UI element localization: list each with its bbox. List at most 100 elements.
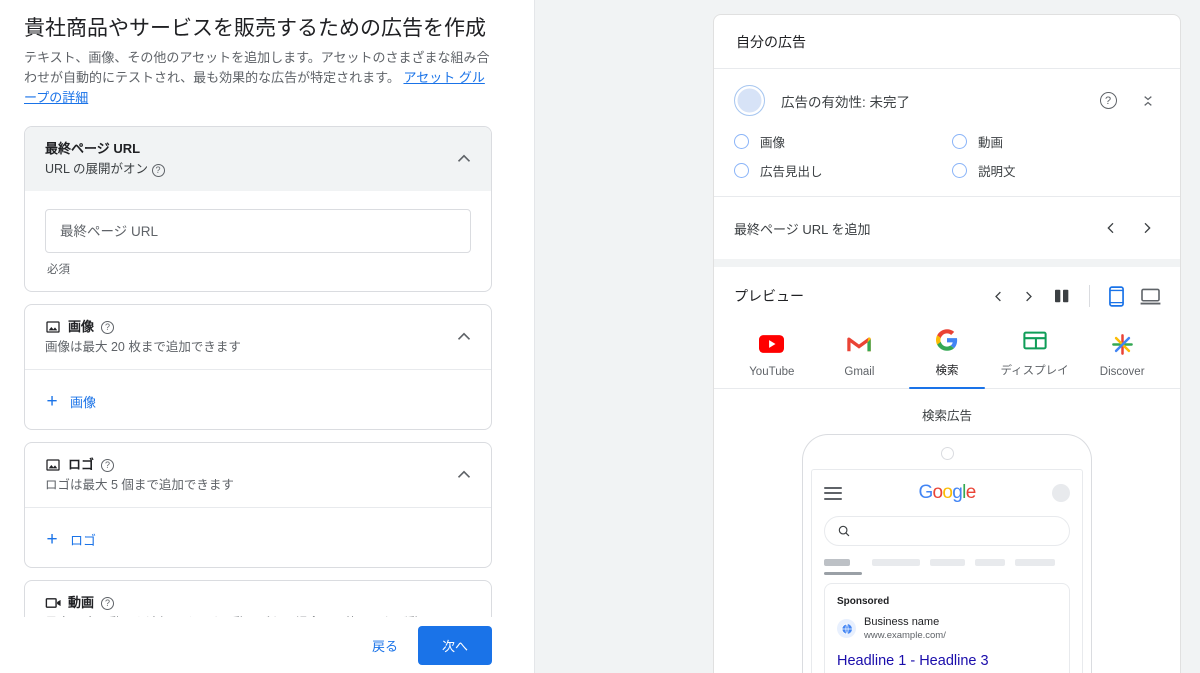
empty-circle-icon [952,134,967,149]
my-ad-panel: 自分の広告 広告の有効性: 未完了 ? 画像 動画 広告見出し 説明文 最終ペー… [713,14,1181,673]
chevron-up-icon[interactable] [453,148,475,170]
globe-icon [837,619,856,638]
platform-tab-display[interactable]: ディスプレイ [991,323,1079,388]
back-button[interactable]: 戻る [360,627,410,664]
discover-icon [1078,331,1166,357]
search-icon [838,525,850,537]
checklist-item-label: 動画 [978,136,1004,150]
preview-pane: 自分の広告 広告の有効性: 未完了 ? 画像 動画 広告見出し 説明文 最終ペー… [535,0,1200,673]
images-card-body: + 画像 [25,369,491,429]
next-button[interactable]: 次へ [417,625,492,665]
mock-search-box[interactable] [824,516,1070,546]
display-icon [991,327,1079,353]
mock-tab-placeholder [930,559,965,566]
platform-tab-label: Discover [1099,366,1145,378]
desktop-device-icon[interactable] [1138,284,1162,308]
final-url-title-row: 最終ページ URL [45,140,443,158]
business-row: Business name www.example.com/ [837,615,1057,642]
images-title: 画像 [68,319,95,334]
images-card: 画像 ? 画像は最大 20 枚まで追加できます + 画像 [24,304,492,430]
sponsored-label: Sponsored [837,596,890,607]
preview-toolbar: プレビュー [714,259,1180,323]
mock-tab-placeholder [975,559,1005,566]
images-card-header[interactable]: 画像 ? 画像は最大 20 枚まで追加できます [25,305,491,369]
logos-title-row: ロゴ ? [45,456,443,474]
mock-result-tabs [824,559,1070,575]
checklist-item-label: 説明文 [978,165,1016,179]
checklist-item-videos[interactable]: 動画 [952,132,1160,151]
page-title: 貴社商品やサービスを販売するための広告を作成 [24,17,486,40]
mobile-device-icon[interactable] [1104,284,1128,308]
mock-tab-underline [824,572,862,575]
youtube-icon [728,331,816,357]
phone-camera-icon [940,447,954,460]
hamburger-menu-icon[interactable] [824,486,842,500]
checklist-item-headlines[interactable]: 広告見出し [734,161,952,180]
logos-title: ロゴ [68,457,95,472]
logos-card-header[interactable]: ロゴ ? ロゴは最大 5 個まで追加できます [25,443,491,507]
phone-screen: Google Sponsored Business name www.examp… [811,469,1083,673]
business-info: Business name www.example.com/ [864,615,946,642]
chevron-right-icon[interactable] [1134,215,1160,241]
images-title-row: 画像 ? [45,318,443,336]
toolbar-divider [1089,285,1090,307]
image-icon [45,319,61,335]
page-subtitle: テキスト、画像、その他のアセットを追加します。アセットのさまざまな組み合わせが自… [24,48,496,108]
add-final-url-row: 最終ページ URL を追加 [714,196,1180,259]
final-url-title: 最終ページ URL [45,141,141,156]
video-icon [45,595,61,611]
empty-circle-icon [734,134,749,149]
help-icon[interactable]: ? [101,458,115,472]
ad-strength-row: 広告の有効性: 未完了 ? [714,69,1180,128]
ad-requirements-checklist: 画像 動画 広告見出し 説明文 [714,128,1180,196]
ad-headline[interactable]: Headline 1 - Headline 3 [837,651,1057,671]
images-subtitle: 画像は最大 20 枚まで追加できます [45,340,241,354]
ad-preview-card: Sponsored Business name www.example.com/… [824,583,1070,673]
add-final-url-label: 最終ページ URL を追加 [734,221,871,237]
preview-label: プレビュー [734,288,804,304]
form-footer: 戻る 次へ [0,617,534,673]
avatar[interactable] [1052,484,1070,502]
final-url-helper-text: 必須 [47,264,70,276]
help-icon[interactable]: ? [151,164,165,177]
platform-tab-gmail[interactable]: Gmail [816,327,904,388]
help-icon[interactable]: ? [101,320,115,334]
empty-circle-icon [734,163,749,178]
platform-tab-search[interactable]: 検索 [903,323,991,389]
mock-tab-active [824,559,850,566]
final-url-card: 最終ページ URL URL の展開がオン ? 必須 [24,126,492,292]
videos-title-row: 動画 ? [45,594,443,612]
collapse-icon[interactable] [1136,89,1160,113]
help-icon[interactable]: ? [101,596,115,610]
preview-next-icon[interactable] [1015,283,1041,309]
platform-tab-youtube[interactable]: YouTube [728,327,816,388]
add-image-button[interactable]: + 画像 [45,388,96,415]
ad-type-label: 検索広告 [921,409,972,423]
add-logo-button[interactable]: + ロゴ [45,526,96,553]
logos-card-body: + ロゴ [25,507,491,567]
checklist-item-images[interactable]: 画像 [734,132,952,151]
final-url-input[interactable] [45,209,471,253]
logos-subtitle: ロゴは最大 5 個まで追加できます [45,478,234,492]
videos-title: 動画 [68,595,95,610]
chevron-up-icon[interactable] [453,326,475,348]
preview-prev-icon[interactable] [985,283,1011,309]
add-image-label: 画像 [70,395,97,410]
chevron-up-icon[interactable] [453,464,475,486]
final-url-subtitle: URL の展開がオン [45,162,149,176]
panel-title: 自分の広告 [714,15,1180,69]
platform-tab-discover[interactable]: Discover [1078,327,1166,388]
split-view-icon[interactable] [1051,284,1075,308]
phone-preview-wrapper: Google Sponsored Business name www.examp… [714,434,1180,673]
google-logo: Google [918,482,976,503]
help-icon[interactable]: ? [1096,89,1120,113]
final-url-card-body: 必須 [25,191,491,291]
platform-tabs: YouTube Gmail 検索 ディスプレイ Discover [714,323,1180,389]
business-name: Business name [864,616,940,628]
empty-circle-icon [952,163,967,178]
chevron-left-icon[interactable] [1098,215,1124,241]
ad-strength-indicator-icon [734,85,765,116]
asset-group-form-pane: 貴社商品やサービスを販売するための広告を作成 テキスト、画像、その他のアセットを… [0,0,534,673]
final-url-card-header[interactable]: 最終ページ URL URL の展開がオン ? [25,127,491,191]
checklist-item-descriptions[interactable]: 説明文 [952,161,1160,180]
